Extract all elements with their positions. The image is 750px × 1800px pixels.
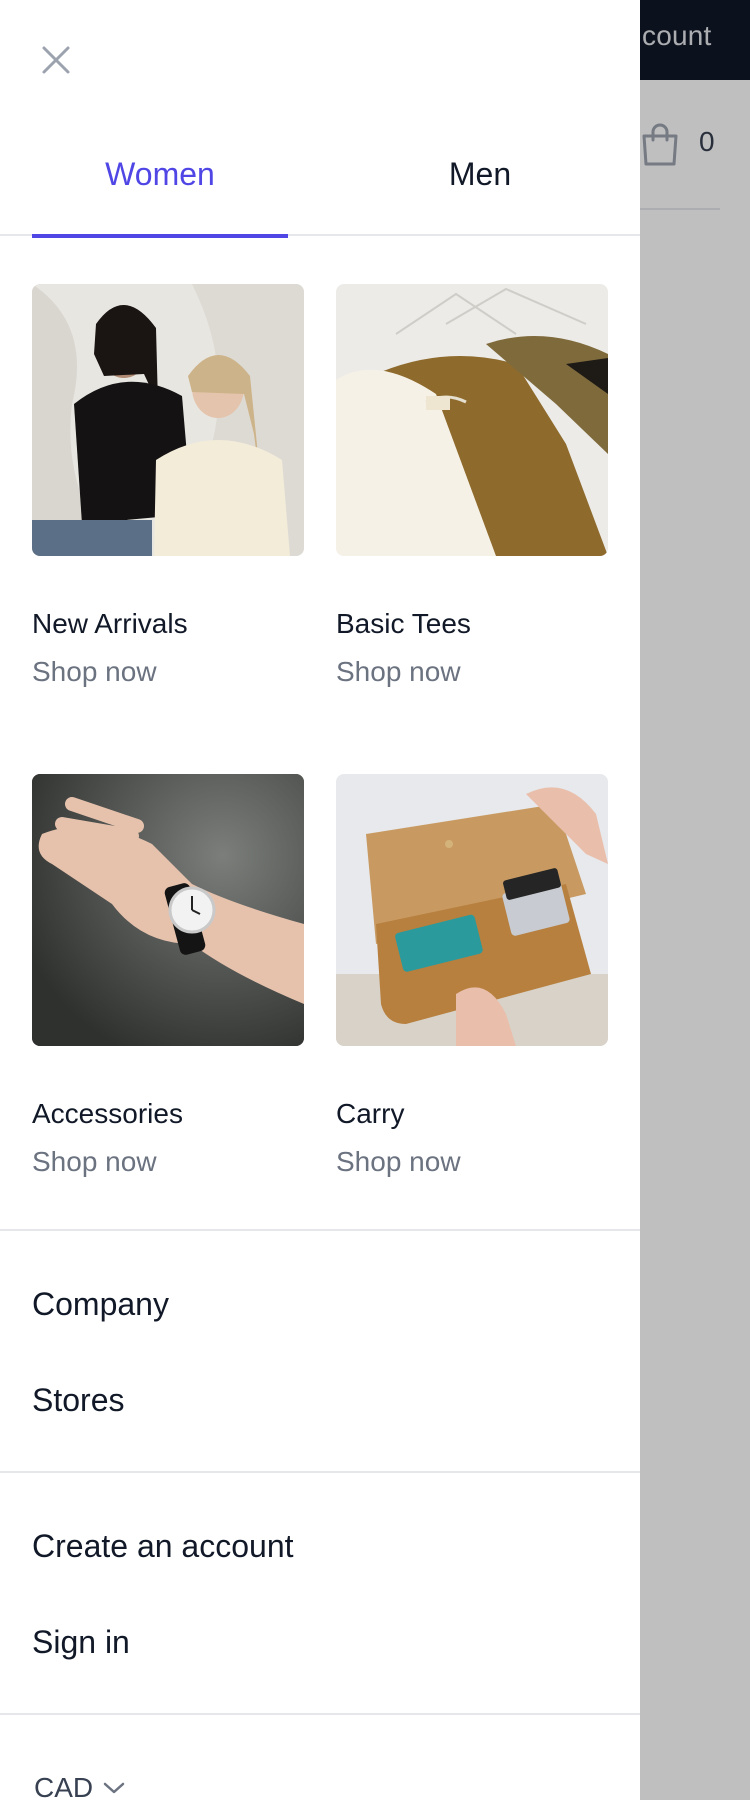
leather-wallet-photo [336, 774, 608, 1046]
chevron-down-icon [103, 1782, 125, 1794]
currency-selector[interactable]: CAD [34, 1772, 125, 1800]
card-title: Carry [336, 1098, 405, 1129]
currency-label: CAD [34, 1772, 94, 1800]
category-card-basic-tees[interactable]: Basic Tees Shop now [336, 284, 608, 687]
category-tabs: Women Men [0, 128, 640, 238]
category-card-accessories[interactable]: Accessories Shop now [32, 774, 304, 1177]
shop-now-link[interactable]: Shop now [336, 1146, 461, 1178]
tab-women-label: Women [105, 156, 215, 192]
close-icon [42, 46, 70, 74]
card-title: New Arrivals [32, 608, 188, 639]
shop-now-link[interactable]: Shop now [32, 656, 157, 688]
nav-link-company[interactable]: Company [32, 1286, 169, 1323]
two-women-tees-photo [32, 284, 304, 556]
section-divider [0, 1471, 640, 1473]
tab-women[interactable]: Women [32, 128, 288, 238]
card-title: Basic Tees [336, 608, 471, 639]
wrist-watch-photo [32, 774, 304, 1046]
category-card-carry[interactable]: Carry Shop now [336, 774, 608, 1177]
nav-link-stores[interactable]: Stores [32, 1382, 124, 1419]
tab-men-label: Men [448, 156, 512, 192]
mobile-menu-drawer: Women Men New Arrivals Shop now Basic Te… [0, 0, 640, 1800]
tees-on-hangers-photo [336, 284, 608, 556]
section-divider [0, 1713, 640, 1715]
tab-men[interactable]: Men [352, 128, 608, 236]
shop-now-link[interactable]: Shop now [32, 1146, 157, 1178]
close-menu-button[interactable] [32, 36, 80, 84]
create-account-link[interactable]: Create an account [32, 1528, 294, 1565]
section-divider [0, 1229, 640, 1231]
shop-now-link[interactable]: Shop now [336, 656, 461, 688]
category-card-new-arrivals[interactable]: New Arrivals Shop now [32, 284, 304, 687]
sign-in-link[interactable]: Sign in [32, 1624, 130, 1661]
card-title: Accessories [32, 1098, 183, 1129]
